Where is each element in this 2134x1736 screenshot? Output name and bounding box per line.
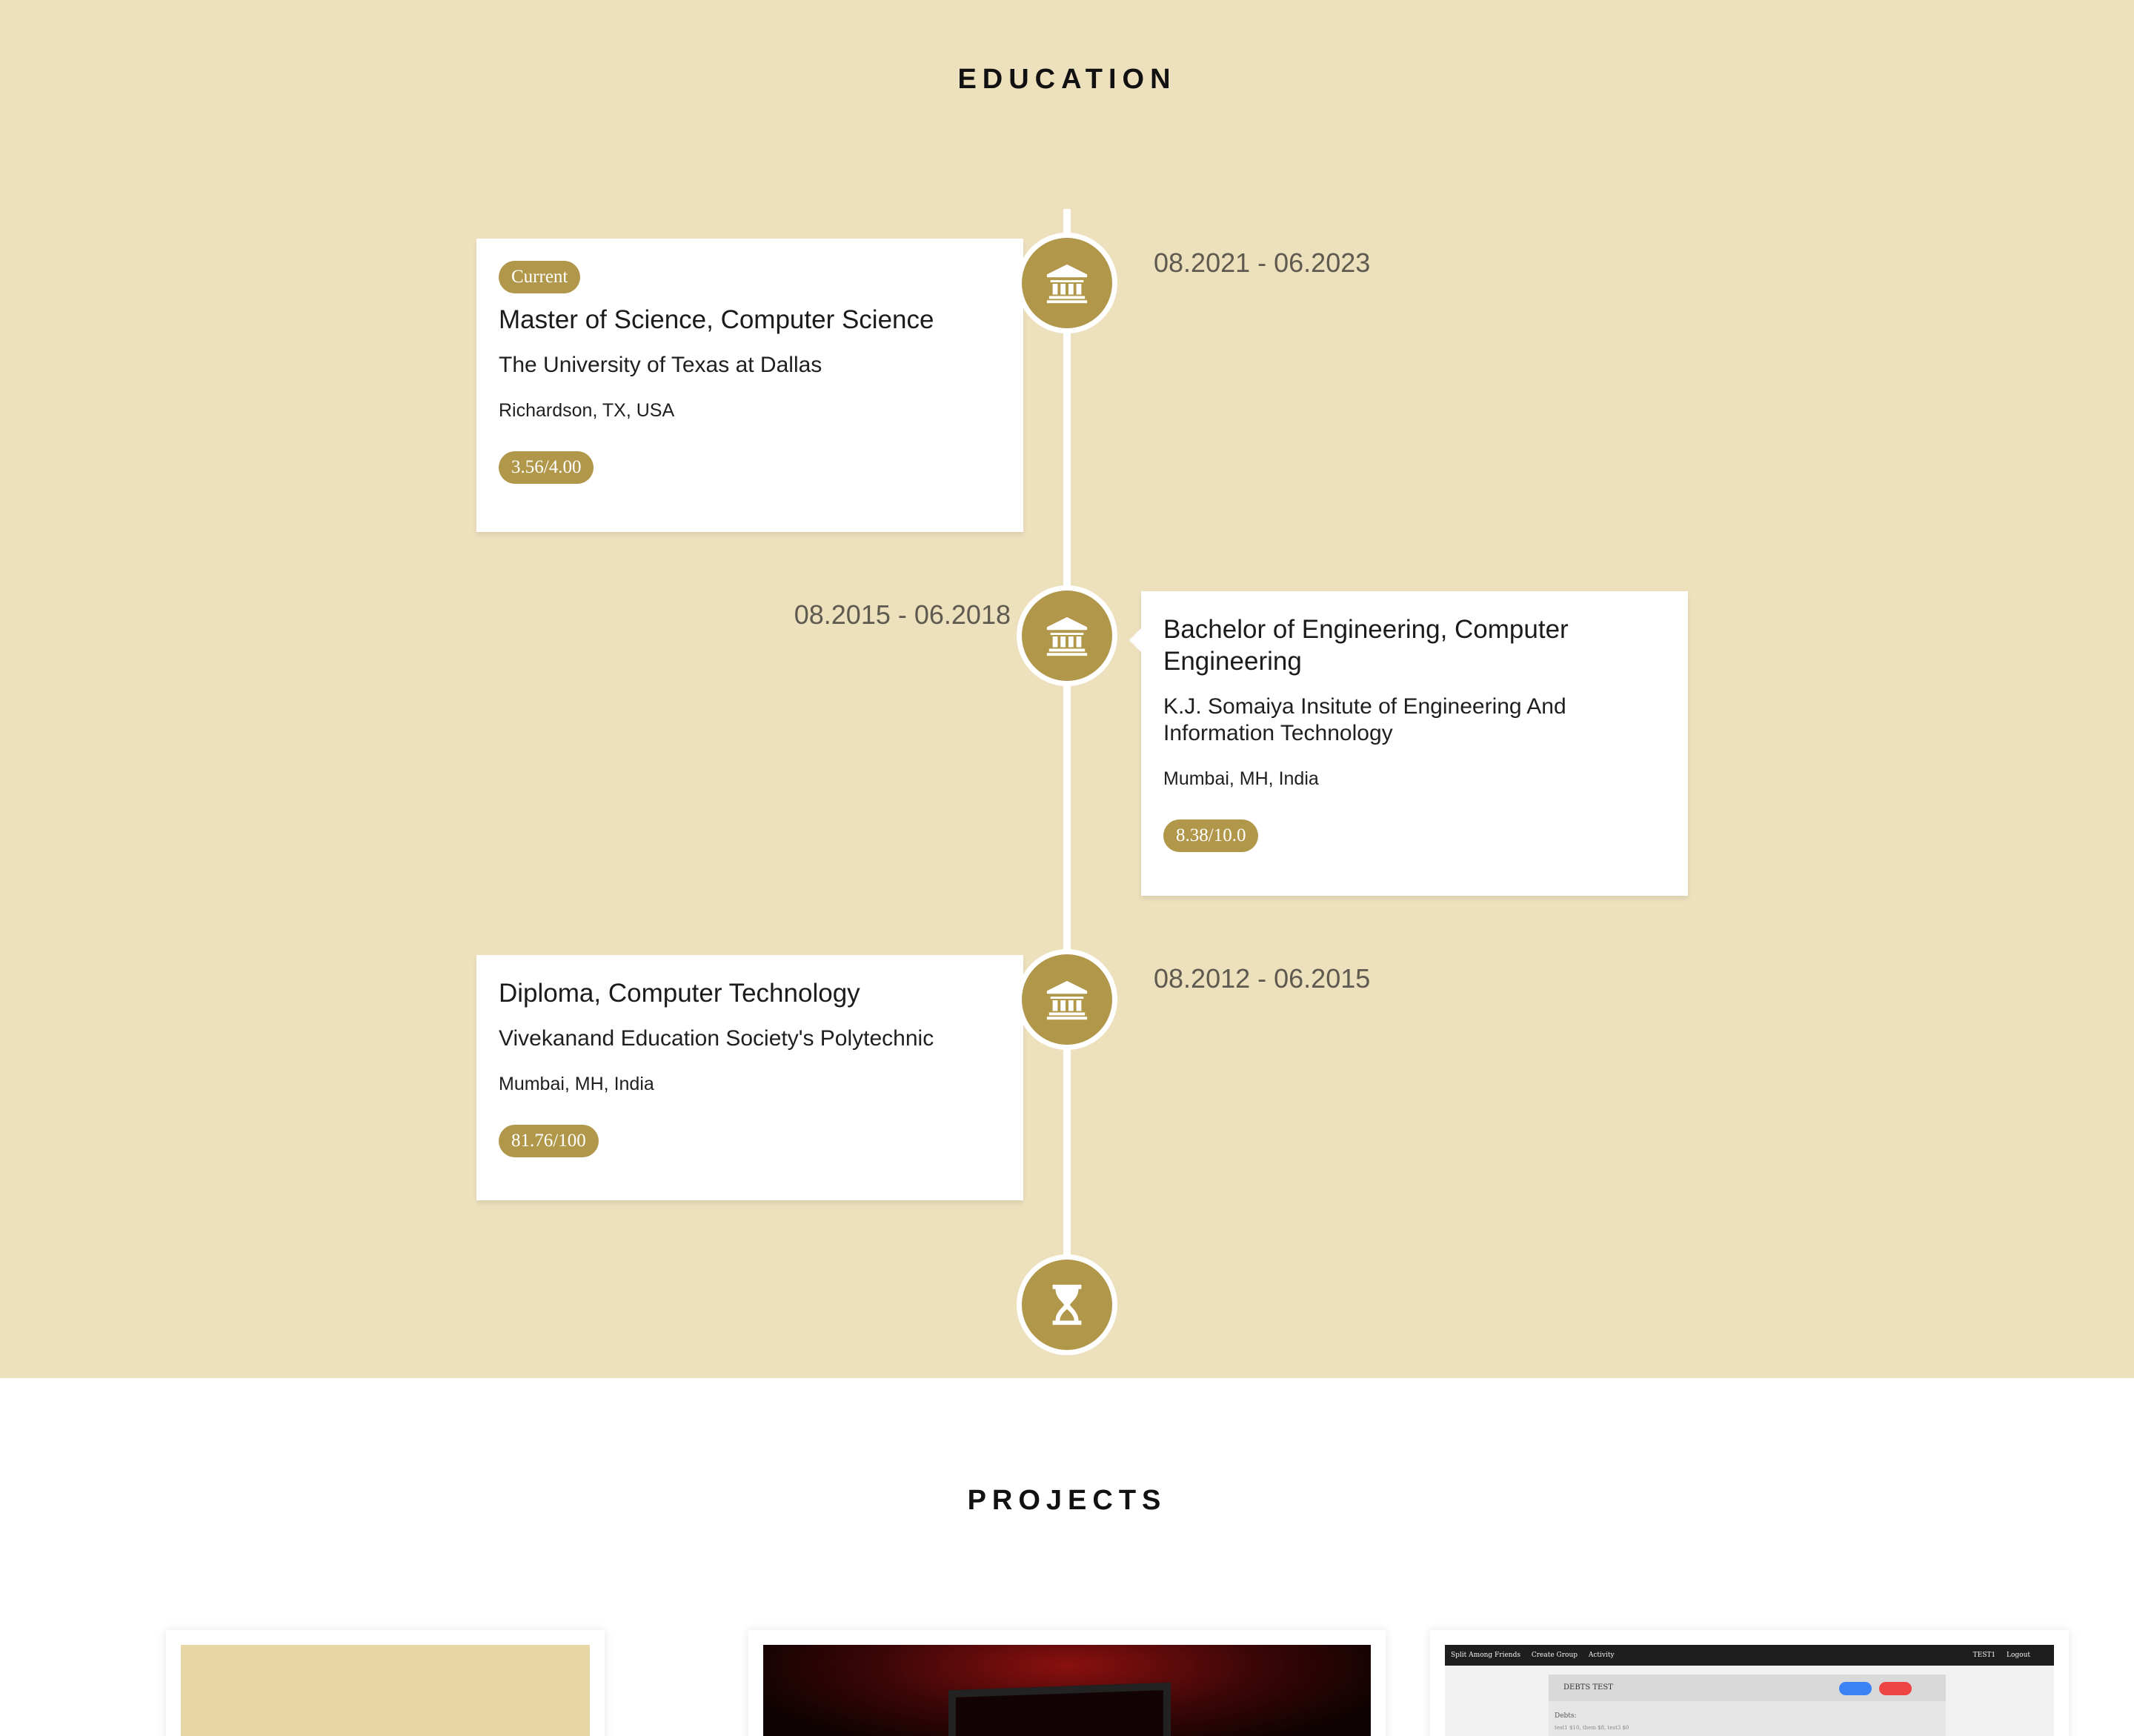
institution-icon xyxy=(1046,616,1088,656)
project-thumbnail[interactable] xyxy=(181,1645,590,1736)
project-card[interactable]: N xyxy=(748,1630,1386,1736)
timeline-line xyxy=(1063,209,1071,1306)
date-range: 08.2012 - 06.2015 xyxy=(1154,963,1371,994)
app-name: Split Among Friends xyxy=(1451,1652,1520,1659)
timeline-node xyxy=(1017,585,1117,686)
degree-title: Bachelor of Engineering, Computer Engine… xyxy=(1163,615,1569,676)
debts-panel: DEBTS TEST Debts: test1 $10, them $8, te… xyxy=(1549,1675,1946,1736)
institution-icon xyxy=(1046,264,1088,304)
education-card-diploma: Diploma, Computer Technology Vivekanand … xyxy=(476,955,1035,1200)
school-name: The University of Texas at Dallas xyxy=(499,353,822,377)
nav-create-group: Create Group xyxy=(1531,1652,1578,1659)
project-thumbnail[interactable]: Split Among Friends Create Group Activit… xyxy=(1445,1645,2054,1736)
current-badge: Current xyxy=(499,261,581,293)
nav-activity: Activity xyxy=(1588,1652,1615,1659)
degree-title: Diploma, Computer Technology xyxy=(499,979,860,1008)
edit-button xyxy=(1839,1682,1872,1695)
degree-title: Master of Science, Computer Science xyxy=(499,305,934,334)
education-card-masters: Current Master of Science, Computer Scie… xyxy=(476,239,1035,532)
date-range: 08.2015 - 06.2018 xyxy=(794,599,1011,630)
section-title-projects: PROJECTS xyxy=(967,1485,1167,1516)
hourglass-icon xyxy=(1052,1284,1082,1326)
education-card-bachelors: Bachelor of Engineering, Computer Engine… xyxy=(1129,591,1688,896)
section-title-education: EDUCATION xyxy=(957,64,1177,95)
school-location: Mumbai, MH, India xyxy=(1163,768,1319,789)
school-name: K.J. Somaiya Insitute of Engineering And… xyxy=(1163,694,1566,745)
debts-label: Debts: xyxy=(1555,1712,1577,1720)
project-card[interactable] xyxy=(166,1630,605,1736)
education-section: EDUCATION Current Master of Science, Com… xyxy=(0,0,2134,1378)
grade-badge: 3.56/4.00 xyxy=(499,451,594,484)
nav-user: TEST1 xyxy=(1972,1652,1996,1659)
date-range: 08.2021 - 06.2023 xyxy=(1154,247,1371,278)
grade-badge: 8.38/10.0 xyxy=(1163,819,1259,852)
timeline-node xyxy=(1017,949,1117,1050)
app-navbar: Split Among Friends Create Group Activit… xyxy=(1445,1645,2054,1666)
school-name: Vivekanand Education Society's Polytechn… xyxy=(499,1026,934,1051)
debts-detail: test1 $10, them $8, test3 $0 xyxy=(1555,1725,1629,1731)
timeline-end-node xyxy=(1017,1254,1117,1355)
grade-badge: 81.76/100 xyxy=(499,1125,599,1157)
nav-logout: Logout xyxy=(2007,1652,2030,1659)
delete-button xyxy=(1879,1682,1912,1695)
project-thumbnail[interactable]: N xyxy=(763,1645,1371,1736)
school-location: Mumbai, MH, India xyxy=(499,1074,654,1094)
timeline-node xyxy=(1017,233,1117,333)
card-arrow xyxy=(1129,628,1141,652)
school-location: Richardson, TX, USA xyxy=(499,400,675,421)
netflix-logo: N xyxy=(1045,1726,1077,1736)
project-card[interactable]: Split Among Friends Create Group Activit… xyxy=(1430,1630,2069,1736)
institution-icon xyxy=(1046,980,1088,1020)
